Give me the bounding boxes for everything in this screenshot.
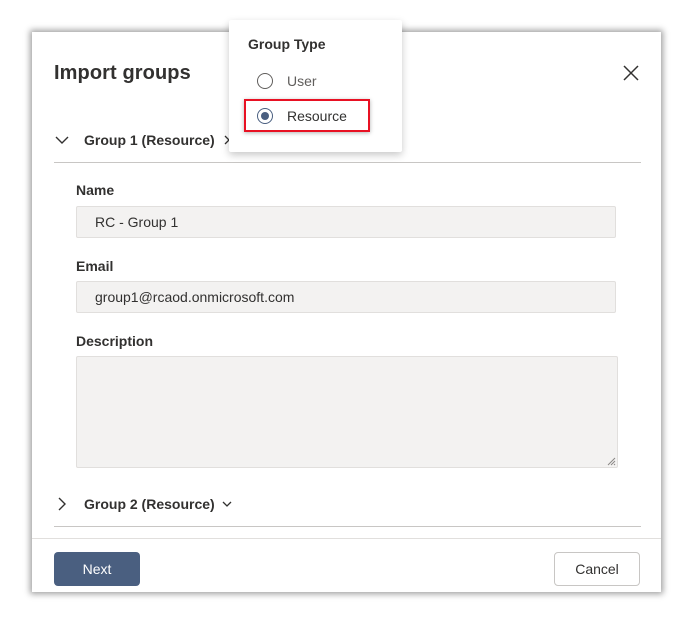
group-2-title: Group 2 (Resource) [84,496,215,512]
email-field[interactable]: group1@rcaod.onmicrosoft.com [76,281,616,313]
group-type-title: Group Type [248,36,326,52]
dialog-title: Import groups [54,62,191,84]
group-1-divider [54,162,641,163]
resize-grip-icon[interactable] [606,456,616,466]
group-1-title: Group 1 (Resource) [84,132,215,148]
cancel-button[interactable]: Cancel [554,552,640,586]
name-field[interactable]: RC - Group 1 [76,206,616,238]
chevron-down-icon[interactable] [54,132,70,148]
next-button[interactable]: Next [54,552,140,586]
resource-highlight-box [244,99,370,132]
group-1-header[interactable]: Group 1 (Resource) [54,128,233,152]
radio-option-user[interactable]: User [257,71,317,91]
description-textarea[interactable] [76,356,618,468]
group-2-header[interactable]: Group 2 (Resource) [54,492,233,516]
radio-label-user: User [287,73,317,89]
chevron-down-icon[interactable] [221,498,233,510]
radio-unchecked-icon[interactable] [257,73,273,89]
footer-divider [32,538,661,539]
chevron-right-icon[interactable] [54,496,70,512]
email-label: Email [76,258,114,274]
group-type-popup: Group Type User Resource [229,20,402,152]
close-icon[interactable] [621,63,641,83]
group-2-divider [54,526,641,527]
name-value: RC - Group 1 [95,214,179,230]
name-label: Name [76,182,115,198]
description-label: Description [76,333,154,349]
email-value: group1@rcaod.onmicrosoft.com [95,289,295,305]
